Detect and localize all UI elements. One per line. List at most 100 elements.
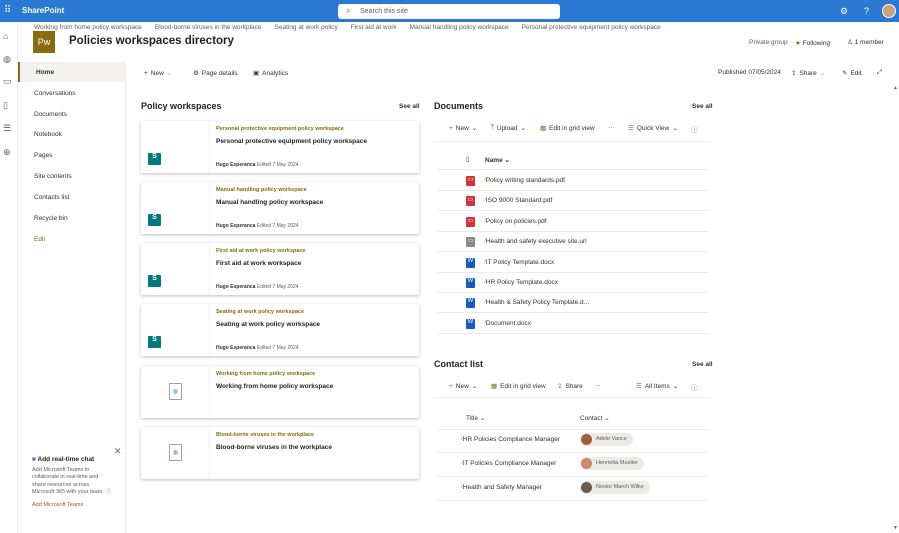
grid-view-button[interactable]: ▦ Edit in grid view: [540, 124, 595, 133]
workspace-card[interactable]: S Personal protective equipment policy wo…: [141, 121, 419, 173]
nav-notebook[interactable]: Notebook: [18, 124, 126, 144]
file-row[interactable]: W ⁄IT Policy Template.docx: [438, 253, 708, 273]
home-icon[interactable]: ⌂: [3, 31, 8, 41]
contact-more-button[interactable]: ···: [594, 382, 601, 389]
upload-button[interactable]: ⤒ Upload ⌄: [491, 124, 526, 132]
nav-site-contents[interactable]: Site contents: [18, 166, 126, 186]
file-row[interactable]: W ⁄Health & Safety Policy Template.d...: [438, 293, 708, 313]
file-icon[interactable]: ▯: [3, 100, 8, 111]
file-name[interactable]: ⁄Policy on policies.pdf: [485, 218, 547, 225]
workspace-card[interactable]: S Manual handling policy workspace Manual …: [141, 182, 419, 234]
contact-title[interactable]: ⁄Health and Safety Manager: [462, 484, 542, 491]
file-name[interactable]: ⁄HR Policy Template.docx: [485, 279, 558, 286]
name-header-label: Name: [485, 157, 503, 164]
avatar[interactable]: [882, 4, 896, 18]
view-selector[interactable]: ☰ Quick View ⌄: [628, 124, 678, 133]
pdf-icon: ▭: [466, 176, 475, 186]
file-row[interactable]: W ⁄HR Policy Template.docx: [438, 273, 708, 293]
hub-link[interactable]: Blood-borne viruses in the workplace: [155, 24, 262, 31]
hub-link[interactable]: First aid at work: [351, 24, 397, 31]
contact-title[interactable]: ⁄HR Policies Compliance Manager: [462, 436, 560, 443]
nav-contacts-list[interactable]: Contacts list: [18, 187, 126, 207]
nav-recycle-bin[interactable]: Recycle bin: [18, 208, 126, 228]
workspace-card[interactable]: S First aid at work policy workspace First…: [141, 243, 419, 295]
name-column-header[interactable]: Name ⌄: [485, 156, 510, 164]
contact-share-button[interactable]: ⇪ Share: [557, 382, 583, 391]
policy-see-all-link[interactable]: See all: [399, 103, 420, 110]
hub-link[interactable]: Manual handling policy workspace: [410, 24, 509, 31]
info-icon[interactable]: ⓘ: [691, 382, 698, 392]
file-row[interactable]: ▭ ⁄Policy on policies.pdf: [438, 212, 708, 232]
doc-new-button[interactable]: + New ⌄: [449, 124, 477, 133]
sharepoint-icon: S: [148, 214, 161, 226]
expand-icon[interactable]: ⤢: [877, 69, 882, 77]
workspace-card[interactable]: ◍ Working from home policy workspace Worki…: [141, 366, 419, 418]
site-logo[interactable]: Pw: [33, 31, 55, 53]
file-name[interactable]: ⁄Document.docx: [485, 320, 531, 327]
new-button[interactable]: + New ⌄: [144, 69, 172, 78]
card-author: Hugo Esperanca: [216, 345, 256, 351]
lists-icon[interactable]: ☰: [3, 123, 11, 134]
file-name[interactable]: ⁄Policy writing standards.pdf: [485, 177, 565, 184]
person-pill[interactable]: Henrietta Mueller: [580, 457, 644, 470]
follow-button[interactable]: ★ Following: [795, 39, 830, 47]
info-icon[interactable]: ⓘ: [105, 489, 111, 495]
file-row[interactable]: ▭ ⁄Policy writing standards.pdf: [438, 171, 708, 191]
documents-see-all-link[interactable]: See all: [692, 103, 713, 110]
info-icon[interactable]: ⓘ: [691, 124, 698, 134]
nav-pages[interactable]: Pages: [18, 145, 126, 165]
more-button[interactable]: ···: [608, 124, 615, 131]
globe-icon[interactable]: ◍: [3, 54, 11, 65]
share-button[interactable]: ⇪ Share ⌄: [791, 69, 825, 78]
file-name[interactable]: ⁄ISO 9000 Standard.pdf: [485, 197, 552, 204]
members-button[interactable]: ♙ 1 member: [847, 38, 884, 46]
file-row[interactable]: ▭ ⁄ISO 9000 Standard.pdf: [438, 191, 708, 211]
contact-row[interactable]: ⁄HR Policies Compliance Manager Adele Van…: [438, 429, 708, 453]
contact-avatar: [581, 482, 592, 493]
contact-row[interactable]: ⁄IT Policies Compliance Manager Henrietta…: [438, 453, 708, 477]
close-icon[interactable]: ✕: [114, 446, 122, 457]
file-name[interactable]: ⁄IT Policy Template.docx: [485, 259, 554, 266]
contact-title[interactable]: ⁄IT Policies Compliance Manager: [462, 460, 556, 467]
page-details-button[interactable]: ⚙ Page details: [193, 69, 238, 78]
person-pill[interactable]: Nestor March Wilke: [580, 481, 650, 494]
contact-name: Henrietta Mueller: [596, 460, 638, 466]
workspace-card[interactable]: ◍ Blood-borne viruses in the workplace Blo…: [141, 427, 419, 479]
documents-heading: Documents: [434, 101, 484, 111]
file-name[interactable]: ⁄Health & Safety Policy Template.d...: [485, 299, 589, 306]
file-name[interactable]: ⁄Health and safety executive site.url: [485, 238, 587, 245]
analytics-button[interactable]: ▣ Analytics: [253, 69, 288, 78]
scrollbar[interactable]: ▲ ▼: [893, 85, 899, 533]
nav-conversations[interactable]: Conversations: [18, 83, 126, 103]
add-icon[interactable]: ⊕: [3, 147, 11, 158]
hub-link[interactable]: Working from home policy workspace: [34, 24, 142, 31]
contact-new-button[interactable]: + New ⌄: [449, 382, 477, 391]
add-teams-link[interactable]: Add Microsoft Teams: [32, 502, 112, 509]
promo-body: Add Microsoft Teams to collaborate in re…: [32, 466, 104, 496]
edit-button[interactable]: ✎ Edit: [842, 69, 862, 78]
published-status: Published 07/05/2024: [718, 69, 781, 76]
file-row[interactable]: W ⁄Document.docx: [438, 314, 708, 334]
contact-grid-view-button[interactable]: ▦ Edit in grid view: [491, 382, 546, 391]
site-title[interactable]: Policies workspaces directory: [69, 35, 234, 47]
hub-link[interactable]: Personal protective equipment policy wor…: [522, 24, 661, 31]
contact-view-selector[interactable]: ☰ All Items ⌄: [636, 382, 678, 391]
contact-column-header[interactable]: Contact ⌄: [580, 414, 610, 422]
contact-new-label: New: [455, 382, 469, 390]
app-launcher-icon[interactable]: ⠿: [4, 5, 11, 16]
hub-link[interactable]: Seating at work policy: [275, 24, 338, 31]
sharepoint-link[interactable]: SharePoint: [22, 6, 64, 15]
nav-documents[interactable]: Documents: [18, 104, 126, 124]
search-input[interactable]: ⌕ Search this site: [338, 4, 560, 19]
workspace-card[interactable]: S Seating at work policy workspace Seating…: [141, 304, 419, 356]
help-icon[interactable]: ?: [864, 6, 869, 16]
settings-icon[interactable]: ⚙: [840, 6, 848, 17]
contact-row[interactable]: ⁄Health and Safety Manager Nestor March W…: [438, 477, 708, 501]
contacts-see-all-link[interactable]: See all: [692, 361, 713, 368]
nav-home[interactable]: Home: [18, 62, 126, 82]
title-column-header[interactable]: Title ⌄: [466, 414, 485, 422]
person-pill[interactable]: Adele Vance: [580, 433, 633, 446]
nav-edit[interactable]: Edit: [18, 229, 126, 249]
news-icon[interactable]: ▭: [3, 76, 12, 87]
file-row[interactable]: ▭ ⁄Health and safety executive site.url: [438, 232, 708, 252]
